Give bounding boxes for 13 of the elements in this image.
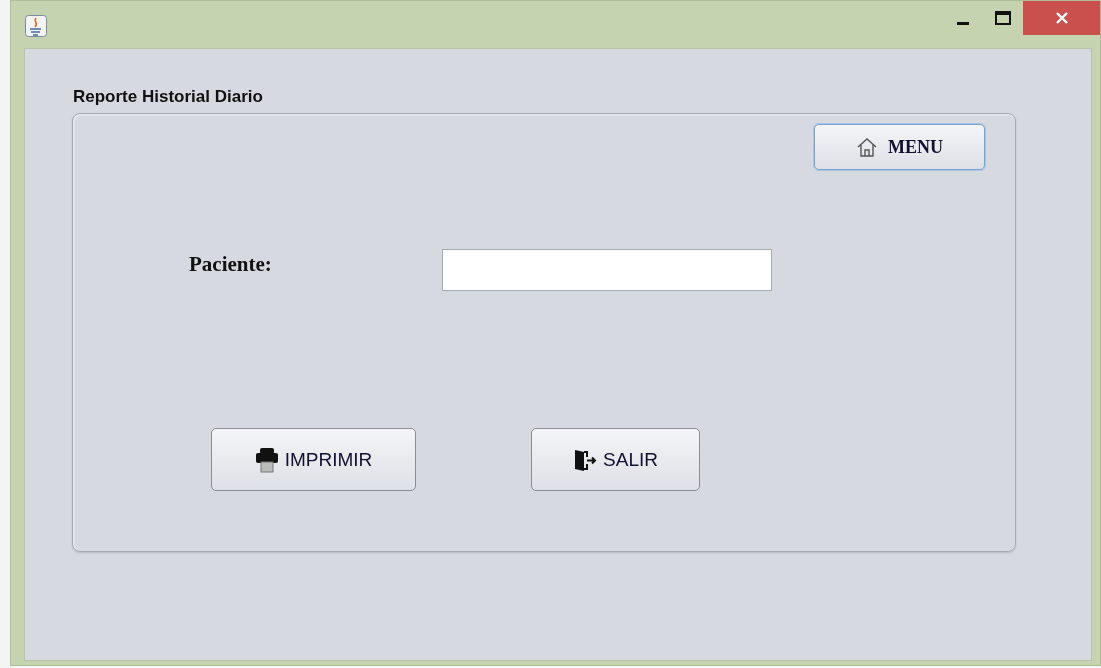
- maximize-icon: [995, 11, 1011, 25]
- print-button[interactable]: IMPRIMIR: [211, 428, 416, 491]
- app-icon: [25, 15, 47, 37]
- minimize-icon: [957, 21, 969, 25]
- home-icon: [856, 136, 878, 158]
- door-exit-icon: [573, 447, 598, 472]
- patient-input-field[interactable]: [442, 249, 772, 291]
- printer-icon: [254, 446, 279, 473]
- exit-button[interactable]: SALIR: [531, 428, 700, 491]
- menu-button[interactable]: MENU: [814, 124, 985, 170]
- close-icon: [1054, 11, 1069, 25]
- patient-label: Paciente:: [189, 251, 273, 277]
- panel-title: Reporte Historial Diario: [73, 87, 264, 107]
